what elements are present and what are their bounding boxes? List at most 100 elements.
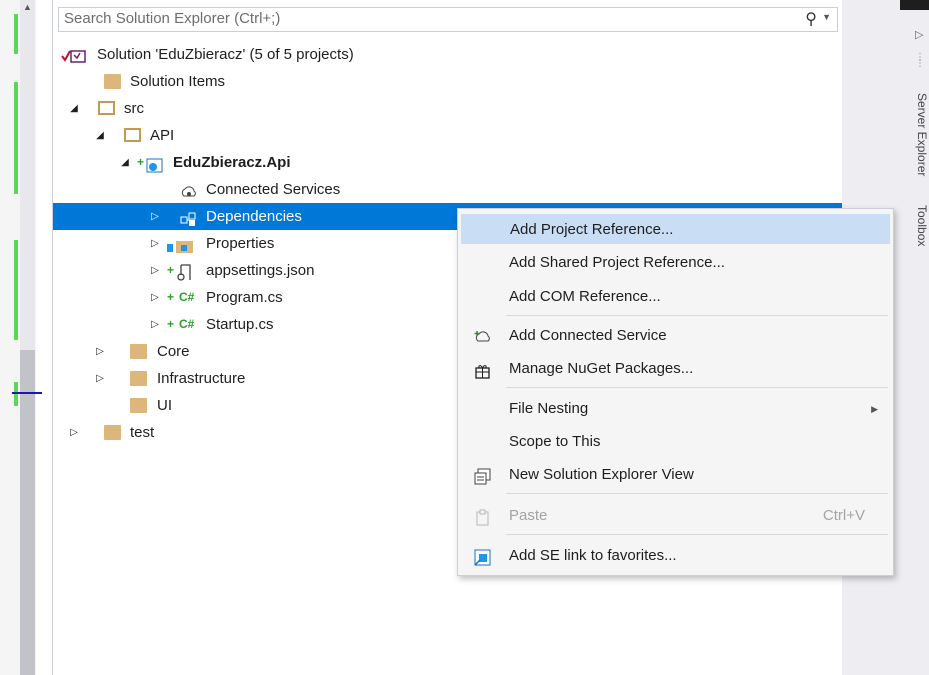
collapsed-arrow-icon[interactable]: ▷ [149, 203, 161, 230]
tree-item-label: Solution Items [130, 73, 226, 90]
expanded-arrow-icon[interactable]: ◢ [119, 149, 131, 176]
search-options-dropdown-icon[interactable]: ▼ [822, 12, 831, 22]
menu-item-scope-to-this[interactable]: Scope to This [461, 427, 890, 457]
open-folder-icon [98, 101, 115, 115]
menu-item-paste[interactable]: Paste Ctrl+V [461, 501, 890, 531]
change-marker [14, 240, 18, 340]
connected-services-icon [180, 182, 197, 197]
new-view-icon [474, 466, 491, 485]
folder-icon [104, 425, 121, 440]
tree-item-connected-services[interactable]: Connected Services [53, 176, 842, 203]
tree-item-api[interactable]: ◢ API [53, 122, 842, 149]
folder-icon [130, 398, 147, 413]
search-icon[interactable]: ⚲ [805, 9, 817, 29]
menu-item-add-shared-project-reference[interactable]: Add Shared Project Reference... [461, 248, 890, 278]
submenu-arrow-icon: ▶ [871, 404, 878, 414]
menu-item-label: Scope to This [509, 433, 601, 450]
tree-item-label: API [150, 127, 175, 144]
tree-item-label: appsettings.json [206, 262, 315, 279]
tree-item-label: Infrastructure [157, 370, 246, 387]
solution-icon [61, 46, 87, 63]
title-bar-fragment [900, 0, 929, 10]
grip-icon: ⋮ ⋮ [915, 52, 925, 69]
properties-folder-icon [166, 236, 196, 253]
tree-item-label: src [124, 100, 144, 117]
collapsed-arrow-icon[interactable]: ▷ [149, 284, 161, 311]
folder-icon [130, 344, 147, 359]
search-input[interactable] [59, 8, 784, 29]
change-marker [14, 382, 18, 406]
editor-margin: ▲ [0, 0, 42, 675]
collapsed-arrow-icon[interactable]: ▷ [149, 230, 161, 257]
menu-separator [506, 534, 888, 535]
favorites-link-icon [474, 547, 491, 566]
csharp-file-icon: C# [179, 317, 195, 331]
menu-item-label: Manage NuGet Packages... [509, 360, 694, 377]
collapsed-arrow-icon[interactable]: ▷ [149, 311, 161, 338]
menu-item-label: Add Project Reference... [510, 221, 674, 238]
collapsed-arrow-icon[interactable]: ▷ [149, 257, 161, 284]
added-icon: + [137, 155, 145, 169]
csharp-file-icon: C# [179, 290, 195, 304]
menu-item-label: Add Connected Service [509, 327, 667, 344]
json-file-icon [177, 263, 194, 281]
expanded-arrow-icon[interactable]: ◢ [94, 122, 106, 149]
search-box[interactable]: ⚲ ▼ [58, 7, 838, 32]
menu-item-label: Add COM Reference... [509, 288, 661, 305]
added-icon: + [167, 317, 175, 331]
open-folder-icon [124, 128, 141, 142]
tree-item-label: Connected Services [206, 181, 341, 198]
menu-item-add-project-reference[interactable]: Add Project Reference... [461, 214, 890, 244]
collapsed-arrow-icon[interactable]: ▷ [94, 338, 106, 365]
web-project-icon [146, 155, 163, 173]
tree-item-label: EduZbieracz.Api [173, 154, 291, 171]
folder-icon [130, 371, 147, 386]
menu-item-new-solution-explorer-view[interactable]: New Solution Explorer View [461, 460, 890, 490]
menu-item-manage-nuget-packages[interactable]: Manage NuGet Packages... [461, 354, 890, 384]
tree-item-label: test [130, 424, 155, 441]
nuget-gift-icon [474, 360, 491, 379]
change-marker [14, 82, 18, 194]
menu-item-label: Paste [509, 507, 548, 524]
menu-separator [506, 493, 888, 494]
tree-item-label: Dependencies [206, 208, 302, 225]
tree-item-label: Program.cs [206, 289, 283, 306]
dependencies-icon [180, 209, 197, 226]
scrollbar-thumb[interactable] [20, 350, 35, 675]
tree-item-label: Startup.cs [206, 316, 274, 333]
tree-item-label: Properties [206, 235, 275, 252]
collapsed-arrow-icon[interactable]: ▷ [94, 365, 106, 392]
menu-item-add-se-link-to-favorites[interactable]: Add SE link to favorites... [461, 541, 890, 571]
tree-item-solution[interactable]: Solution 'EduZbieracz' (5 of 5 projects) [53, 41, 842, 68]
added-icon: + [167, 263, 175, 277]
collapsed-arrow-icon[interactable]: ▷ [68, 419, 80, 446]
added-icon: + [167, 290, 175, 304]
menu-separator [506, 387, 888, 388]
menu-item-label: File Nesting [509, 400, 589, 417]
tree-item-label: Core [157, 343, 190, 360]
connected-service-icon [474, 327, 491, 344]
tree-item-label: Solution 'EduZbieracz' (5 of 5 projects) [97, 46, 354, 63]
menu-item-label: Add Shared Project Reference... [509, 254, 725, 271]
pin-icon[interactable]: ▷ [915, 28, 923, 41]
expanded-arrow-icon[interactable]: ◢ [68, 95, 80, 122]
folder-icon [104, 74, 121, 89]
change-marker [14, 14, 18, 54]
server-explorer-tab[interactable]: Server Explorer [915, 93, 929, 176]
tree-item-project[interactable]: ◢ + EduZbieracz.Api [53, 149, 842, 176]
menu-item-label: Add SE link to favorites... [509, 547, 677, 564]
tree-item-solution-items[interactable]: Solution Items [53, 68, 842, 95]
menu-item-add-com-reference[interactable]: Add COM Reference... [461, 282, 890, 312]
menu-item-shortcut: Ctrl+V [822, 507, 865, 524]
toolbox-tab[interactable]: Toolbox [915, 205, 929, 246]
tree-item-label: UI [157, 397, 172, 414]
tree-item-src[interactable]: ◢ src [53, 95, 842, 122]
paste-icon [474, 507, 491, 526]
caret-position-marker [12, 392, 42, 394]
menu-separator [506, 315, 888, 316]
menu-item-file-nesting[interactable]: File Nesting ▶ [461, 394, 890, 424]
context-menu: Add Project Reference... Add Shared Proj… [457, 208, 894, 576]
menu-item-add-connected-service[interactable]: Add Connected Service [461, 321, 890, 351]
scroll-up-arrow-icon[interactable]: ▲ [20, 0, 35, 14]
menu-item-label: New Solution Explorer View [509, 466, 694, 483]
